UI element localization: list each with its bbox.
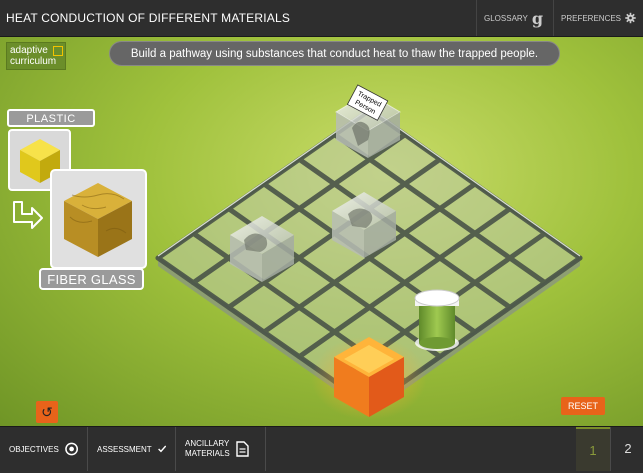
glossary-button[interactable]: GLOSSARY g [476, 0, 553, 36]
assessment-label: ASSESSMENT [97, 444, 152, 454]
simulation-stage: adaptive curriculum Build a pathway usin… [0, 37, 643, 426]
undo-icon: ↺ [41, 404, 53, 420]
preferences-button[interactable]: PREFERENCES [553, 0, 643, 36]
document-icon [236, 441, 249, 457]
checkmark-icon [157, 445, 166, 453]
target-icon [64, 442, 78, 456]
assessment-button[interactable]: ASSESSMENT [88, 427, 176, 471]
heat-source-block [311, 336, 427, 420]
next-material-label: FIBER GLASS [39, 268, 144, 290]
app-title: HEAT CONDUCTION OF DIFFERENT MATERIALS [6, 11, 291, 25]
fiber-glass-swatch[interactable] [50, 169, 147, 269]
preferences-label: PREFERENCES [561, 13, 622, 23]
fiber-glass-cylinder [414, 289, 460, 351]
ancillary-label-line2: MATERIALS [185, 449, 230, 458]
gear-icon [625, 12, 636, 24]
undo-button[interactable]: ↺ [36, 401, 58, 423]
reset-button[interactable]: RESET [561, 397, 605, 415]
next-arrow-icon [13, 201, 43, 229]
glossary-label: GLOSSARY [484, 13, 528, 23]
glossary-icon: g [531, 8, 544, 28]
objectives-button[interactable]: OBJECTIVES [0, 427, 88, 471]
ancillary-materials-button[interactable]: ANCILLARY MATERIALS [176, 427, 266, 471]
page-2-button[interactable]: 2 [610, 427, 643, 471]
bottom-bar: OBJECTIVES ASSESSMENT ANCILLARY MATERIAL… [0, 426, 643, 471]
top-bar: HEAT CONDUCTION OF DIFFERENT MATERIALS G… [0, 0, 643, 37]
ancillary-label: ANCILLARY MATERIALS [185, 439, 230, 459]
objectives-label: OBJECTIVES [9, 444, 59, 454]
current-material-label: PLASTIC [7, 109, 95, 127]
ancillary-label-line1: ANCILLARY [185, 439, 230, 448]
page-1-button[interactable]: 1 [576, 427, 610, 471]
